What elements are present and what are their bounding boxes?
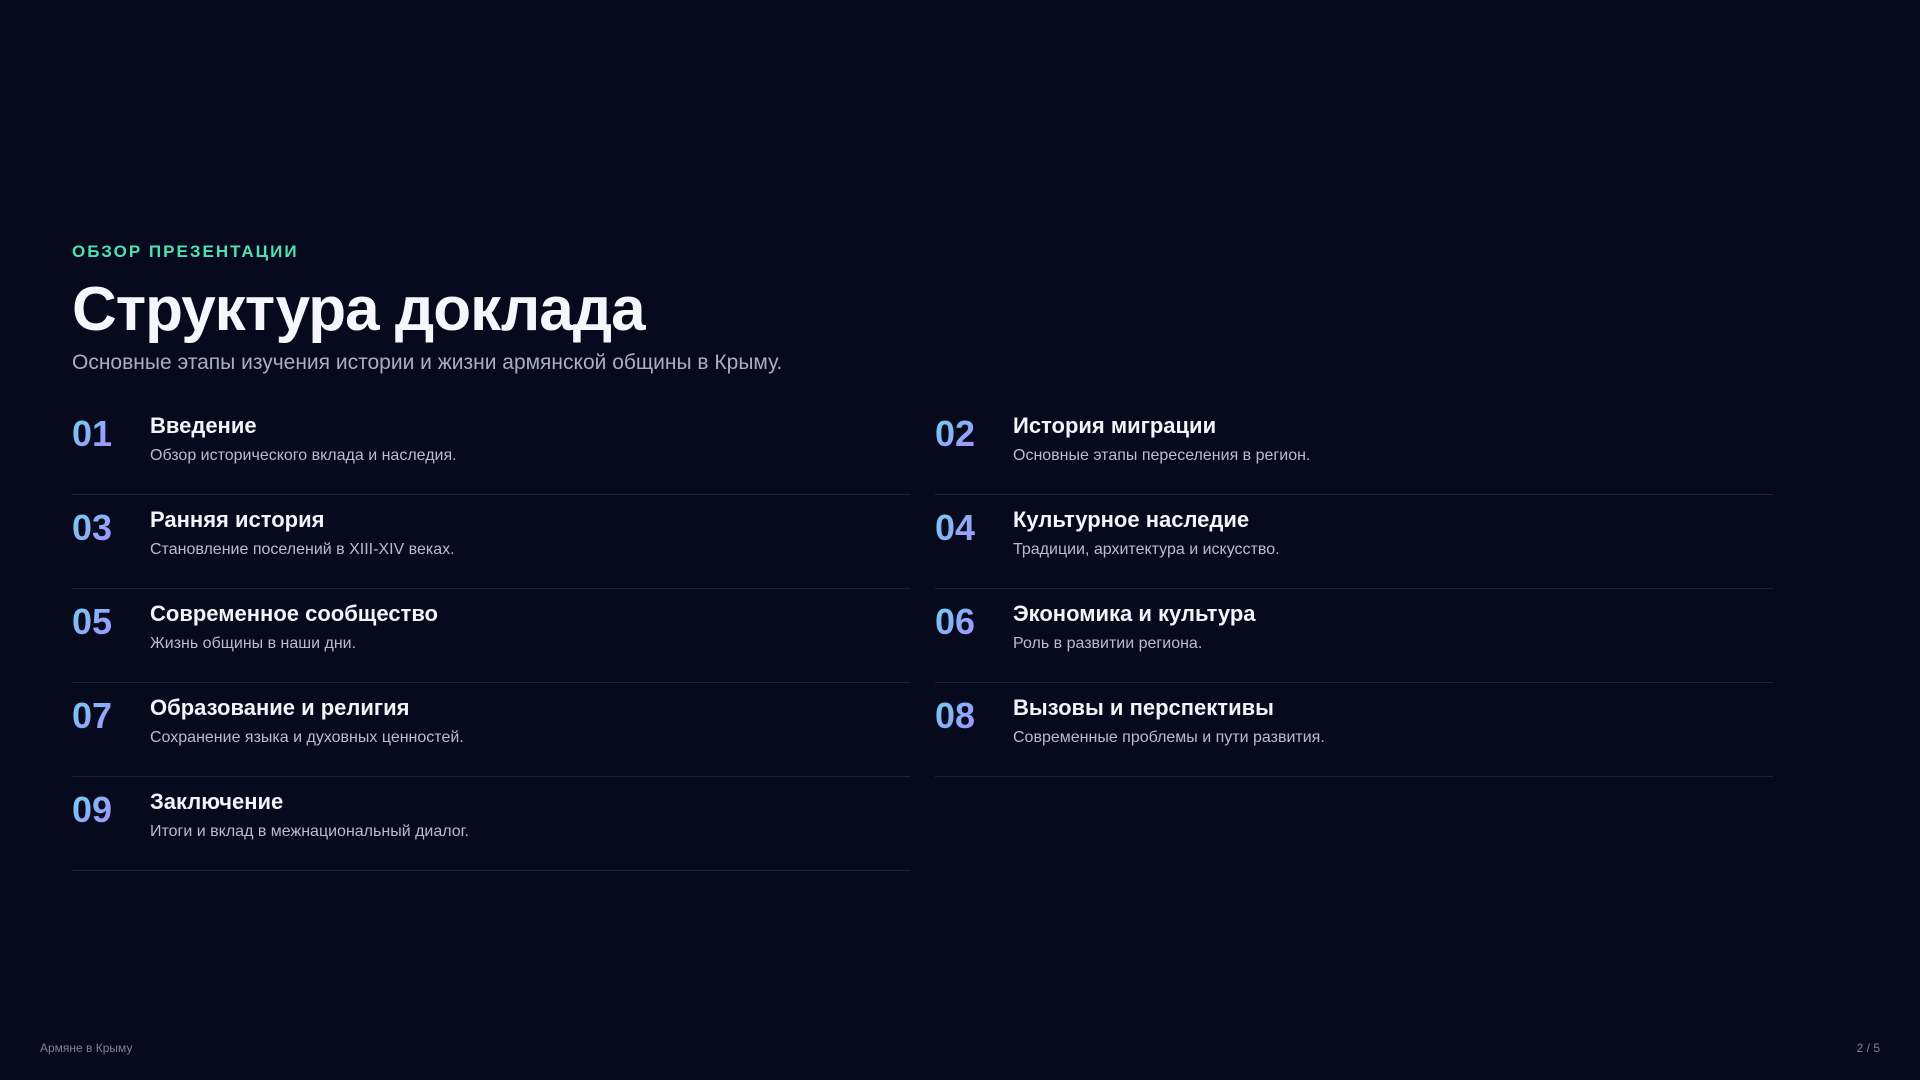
agenda-item: 03 Ранняя история Становление поселений … [72,496,910,589]
agenda-number: 01 [72,413,113,454]
agenda-description: Обзор исторического вклада и наследия. [150,447,457,464]
agenda-title: Введение [150,413,257,438]
page-subtitle: Основные этапы изучения истории и жизни … [72,351,783,374]
agenda-title: История миграции [1013,413,1217,438]
agenda-description: Жизнь общины в наши дни. [150,635,357,652]
agenda-title: Ранняя история [150,507,325,532]
slide-content: ОБЗОР ПРЕЗЕНТАЦИИ Структура доклада Осно… [72,240,1773,871]
agenda-number: 02 [935,413,976,454]
agenda-title: Культурное наследие [1013,507,1250,532]
page-counter: 2 / 5 [1856,1041,1880,1055]
agenda-description: Традиции, архитектура и искусство. [1013,541,1280,558]
slide: ОБЗОР ПРЕЗЕНТАЦИИ Структура доклада Осно… [0,0,1920,1080]
agenda-number: 06 [935,601,976,642]
agenda-item: 08 Вызовы и перспективы Современные проб… [935,684,1773,777]
agenda-item: 09 Заключение Итоги и вклад в межнациона… [72,778,910,871]
agenda-description: Основные этапы переселения в регион. [1013,447,1311,464]
agenda-item: 06 Экономика и культура Роль в развитии … [935,590,1773,683]
footer-title: Армяне в Крыму [40,1041,133,1055]
agenda-number: 08 [935,695,976,736]
agenda-title: Образование и религия [150,695,410,720]
agenda-number: 09 [72,789,113,830]
agenda-description: Современные проблемы и пути развития. [1013,729,1325,746]
agenda-description: Роль в развитии региона. [1013,635,1203,652]
agenda-item: 04 Культурное наследие Традиции, архитек… [935,496,1773,589]
agenda-item: 05 Современное сообщество Жизнь общины в… [72,590,910,683]
agenda-item: 02 История миграции Основные этапы перес… [935,402,1773,495]
agenda-description: Итоги и вклад в межнациональный диалог. [150,823,469,840]
agenda-description: Становление поселений в XIII-XIV веках. [150,541,455,558]
agenda-number: 07 [72,695,113,736]
agenda-item: 01 Введение Обзор исторического вклада и… [72,402,910,495]
agenda-number: 05 [72,601,113,642]
agenda-title: Вызовы и перспективы [1013,695,1274,720]
agenda-item: 07 Образование и религия Сохранение язык… [72,684,910,777]
page-title: Структура доклада [72,275,646,344]
agenda-number: 03 [72,507,113,548]
agenda-description: Сохранение языка и духовных ценностей. [150,729,464,746]
agenda-title: Экономика и культура [1013,601,1256,626]
eyebrow-label: ОБЗОР ПРЕЗЕНТАЦИИ [72,242,299,261]
agenda-number: 04 [935,507,976,548]
agenda-title: Современное сообщество [150,601,438,626]
agenda-title: Заключение [150,789,284,814]
